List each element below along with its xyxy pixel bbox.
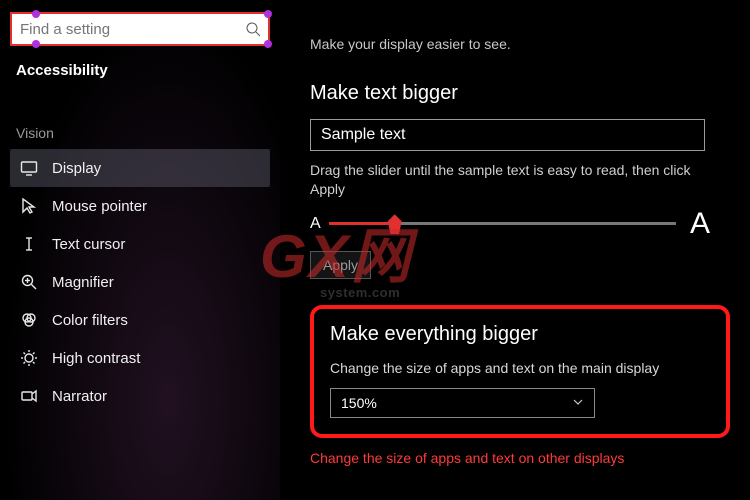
- slider-min-label: A: [310, 215, 321, 233]
- search-icon: [238, 21, 268, 37]
- sidebar-item-text-cursor[interactable]: Text cursor: [10, 225, 270, 263]
- heading-make-everything-bigger: Make everything bigger: [330, 323, 710, 346]
- display-icon: [20, 159, 38, 177]
- slider-instruction: Drag the slider until the sample text is…: [310, 161, 710, 199]
- search-field[interactable]: [10, 12, 270, 46]
- sidebar-item-label: Display: [52, 160, 101, 177]
- sidebar-item-high-contrast[interactable]: High contrast: [10, 339, 270, 377]
- sidebar-item-label: Mouse pointer: [52, 198, 147, 215]
- narrator-icon: [20, 387, 38, 405]
- sample-text-box: Sample text: [310, 119, 705, 151]
- sidebar-item-label: Text cursor: [52, 236, 125, 253]
- slider-fill: [329, 222, 392, 225]
- scale-dropdown[interactable]: 150%: [330, 388, 595, 418]
- make-everything-bigger-panel: Make everything bigger Change the size o…: [310, 305, 730, 438]
- scale-value: 150%: [341, 395, 377, 411]
- sidebar-item-color-filters[interactable]: Color filters: [10, 301, 270, 339]
- selection-handle: [264, 40, 272, 48]
- sidebar-item-narrator[interactable]: Narrator: [10, 377, 270, 415]
- sidebar-item-display[interactable]: Display: [10, 149, 270, 187]
- page-title: Accessibility: [10, 46, 270, 89]
- sidebar-item-label: Magnifier: [52, 274, 114, 291]
- slider-max-label: A: [690, 207, 710, 241]
- sidebar-item-label: High contrast: [52, 350, 140, 367]
- sidebar-item-label: Narrator: [52, 388, 107, 405]
- search-input[interactable]: [12, 21, 238, 38]
- other-displays-link[interactable]: Change the size of apps and text on othe…: [310, 450, 730, 466]
- sidebar-item-label: Color filters: [52, 312, 128, 329]
- color-filters-icon: [20, 311, 38, 329]
- magnifier-icon: [20, 273, 38, 291]
- everything-bigger-desc: Change the size of apps and text on the …: [330, 360, 710, 376]
- high-contrast-icon: [20, 349, 38, 367]
- main-panel: Make your display easier to see. Make te…: [280, 0, 750, 500]
- text-cursor-icon: [20, 235, 38, 253]
- mouse-pointer-icon: [20, 197, 38, 215]
- page-subtitle: Make your display easier to see.: [310, 36, 730, 52]
- sidebar-item-magnifier[interactable]: Magnifier: [10, 263, 270, 301]
- section-label-vision: Vision: [10, 89, 270, 149]
- slider-track[interactable]: [329, 222, 676, 225]
- settings-sidebar: Accessibility Vision Display Mouse point…: [0, 0, 280, 500]
- selection-handle: [264, 10, 272, 18]
- heading-make-text-bigger: Make text bigger: [310, 82, 730, 105]
- sidebar-item-mouse-pointer[interactable]: Mouse pointer: [10, 187, 270, 225]
- selection-handle: [32, 10, 40, 18]
- selection-handle: [32, 40, 40, 48]
- slider-thumb[interactable]: [388, 214, 402, 234]
- text-size-slider[interactable]: A A: [310, 207, 710, 241]
- apply-button[interactable]: Apply: [310, 251, 371, 279]
- chevron-down-icon: [572, 395, 584, 411]
